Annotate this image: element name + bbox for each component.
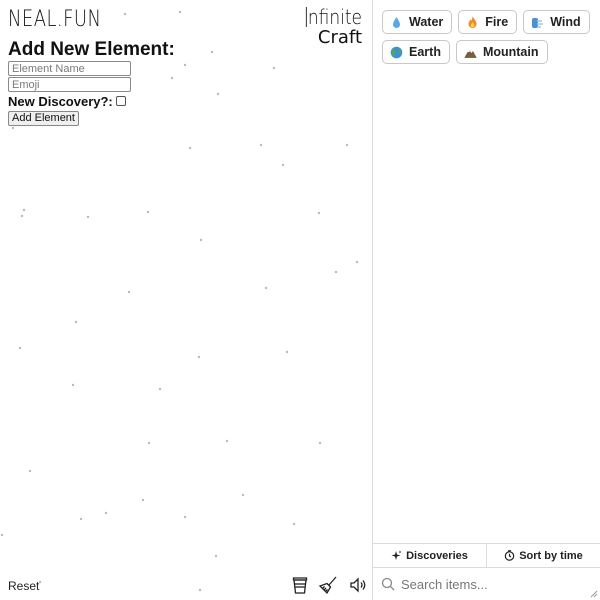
element-item-earth[interactable]: Earth <box>382 40 450 64</box>
add-element-heading: Add New Element: <box>8 39 175 60</box>
element-label: Water <box>409 15 444 29</box>
particle-dot <box>285 350 289 354</box>
particle-dot <box>158 387 162 391</box>
particle-dot <box>225 439 229 443</box>
particle-dot <box>123 12 127 16</box>
clock-icon <box>504 550 515 561</box>
particle-dot <box>272 66 276 70</box>
particle-dot <box>216 92 220 96</box>
element-item-fire[interactable]: Fire <box>458 10 518 34</box>
discoveries-tab[interactable]: Discoveries <box>373 544 486 567</box>
emoji-input[interactable] <box>8 77 131 92</box>
search-input[interactable] <box>401 576 571 592</box>
new-discovery-label: New Discovery?: <box>8 93 113 109</box>
mountain-icon <box>464 46 477 59</box>
title-infinite-text: nfinite <box>307 5 362 29</box>
new-discovery-row: New Discovery?: <box>8 93 208 109</box>
particle-dot <box>345 143 349 147</box>
sort-by-time-label: Sort by time <box>519 549 583 562</box>
sparkle-icon <box>391 550 402 560</box>
particle-dot <box>178 10 182 14</box>
particle-dot <box>104 511 108 515</box>
add-element-form: Add New Element: New Discovery?: Add Ele… <box>8 40 208 126</box>
particle-dot <box>199 238 203 242</box>
element-item-mountain[interactable]: Mountain <box>455 40 548 64</box>
water-drop-icon <box>390 16 403 29</box>
particle-dot <box>183 515 187 519</box>
fire-icon <box>466 16 479 29</box>
particle-dot <box>20 214 24 218</box>
particle-dot <box>318 441 322 445</box>
particle-dot <box>11 126 15 130</box>
title-line-infinite: nfinite <box>260 6 362 28</box>
broom-icon[interactable] <box>318 575 338 595</box>
particle-dot <box>71 383 75 387</box>
particle-dot <box>22 208 26 212</box>
new-discovery-checkbox[interactable] <box>115 96 126 106</box>
particle-dot <box>127 290 131 294</box>
element-name-input[interactable] <box>8 61 131 76</box>
element-label: Mountain <box>482 45 539 59</box>
element-label: Fire <box>485 15 509 29</box>
particle-dot <box>0 533 4 537</box>
particle-dot <box>214 554 218 558</box>
particle-dot <box>334 270 338 274</box>
particle-dot <box>210 50 214 54</box>
coffee-cup-icon[interactable] <box>290 575 310 595</box>
particle-dot <box>146 210 150 214</box>
particle-dot <box>147 441 151 445</box>
wind-icon <box>531 16 544 29</box>
element-label: Wind <box>550 15 581 29</box>
particle-dot <box>86 215 90 219</box>
element-item-water[interactable]: Water <box>382 10 453 34</box>
resize-handle-icon[interactable] <box>588 588 598 598</box>
discoveries-label: Discoveries <box>406 549 468 562</box>
particle-dot <box>281 163 285 167</box>
particle-dot <box>264 286 268 290</box>
search-icon <box>381 577 395 591</box>
element-item-wind[interactable]: Wind <box>523 10 590 34</box>
particle-dot <box>18 346 22 350</box>
title-line-craft: Craft <box>317 27 362 48</box>
element-list: Water Fire Wind Earth Mountain <box>382 10 597 70</box>
particle-dot <box>188 146 192 150</box>
particle-dot <box>197 355 201 359</box>
items-sidebar: Water Fire Wind Earth Mountain Discoveri… <box>373 0 600 600</box>
particle-dot <box>141 498 145 502</box>
particle-dot <box>198 588 202 592</box>
particle-dot <box>79 517 83 521</box>
particle-dot <box>259 143 263 147</box>
neal-fun-logo[interactable]: NEAL.FUN <box>8 7 101 32</box>
particle-dot <box>28 469 32 473</box>
globe-icon <box>390 46 403 59</box>
sound-icon[interactable] <box>348 575 368 595</box>
particle-dot <box>317 211 321 215</box>
element-label: Earth <box>409 45 441 59</box>
particle-dot <box>74 320 78 324</box>
search-row <box>373 568 600 600</box>
reset-button[interactable]: Reset <box>8 579 39 593</box>
add-element-button[interactable]: Add Element <box>8 111 79 126</box>
crafting-canvas[interactable]: NEAL.FUN nfinite Craft Add New Element: … <box>0 0 372 600</box>
sort-by-time-tab[interactable]: Sort by time <box>486 544 600 567</box>
infinite-craft-title: nfinite Craft <box>242 6 362 48</box>
particle-dot <box>241 493 245 497</box>
particle-dot <box>292 522 296 526</box>
sidebar-bottom-bar: Discoveries Sort by time <box>373 543 600 600</box>
particle-dot <box>355 260 359 264</box>
sidebar-tabs: Discoveries Sort by time <box>373 544 600 568</box>
